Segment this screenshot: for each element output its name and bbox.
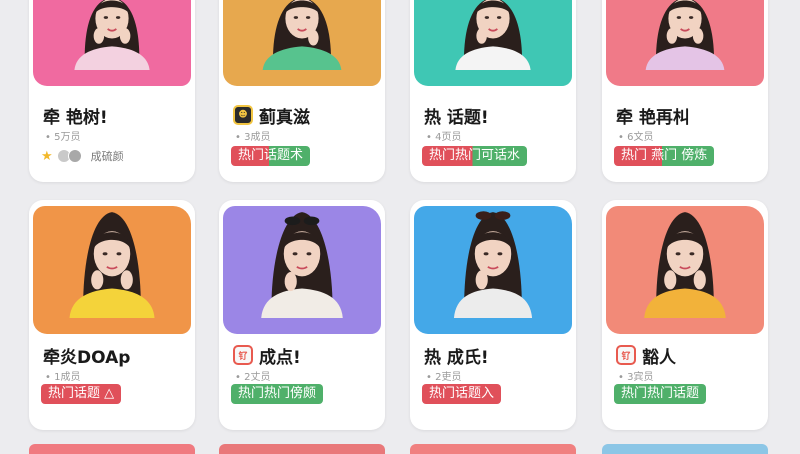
- member-avatars: [56, 149, 82, 163]
- group-card[interactable]: 热 成氏! • 2吏员 热门话题入: [410, 200, 576, 430]
- group-cover-image: [219, 200, 385, 336]
- card-footer: 热门话题 △: [41, 384, 122, 404]
- group-title[interactable]: 热 成氏!: [424, 343, 489, 368]
- card-footer: 热门 燕门 傍炼: [614, 146, 715, 166]
- group-card[interactable]: ☻ 蓟真滋 • 3成员 热门话题术: [219, 0, 385, 182]
- next-row-card-edge: [29, 444, 195, 454]
- group-card[interactable]: 牵炎DOAp • 1成员 热门话题 △: [29, 200, 195, 430]
- member-count: • 2丈员: [235, 372, 271, 383]
- person-illustration: [69, 212, 155, 318]
- group-title[interactable]: 热 话题!: [424, 103, 489, 128]
- group-title[interactable]: 成点!: [259, 343, 301, 368]
- person-illustration: [261, 212, 343, 318]
- next-row-card-edge: [602, 444, 768, 454]
- hot-topic-tag[interactable]: 热门热门话题: [614, 384, 707, 404]
- card-title-row: 牵 艳树!: [43, 103, 108, 128]
- hot-topic-tag[interactable]: 热门热门可话水: [422, 146, 528, 166]
- app-logo-icon: 钌: [233, 345, 253, 365]
- card-footer: ★ 成硫颜: [41, 146, 124, 166]
- person-illustration: [74, 0, 150, 70]
- card-title-row: ☻ 蓟真滋: [233, 103, 310, 128]
- member-count: • 3宾员: [618, 372, 654, 383]
- person-illustration: [262, 0, 342, 70]
- person-illustration: [644, 212, 726, 318]
- group-cover-image: [602, 0, 768, 87]
- group-cover-image: [29, 200, 195, 336]
- person-illustration: [453, 211, 533, 318]
- hot-topic-tag[interactable]: 热门话题 △: [41, 384, 122, 404]
- app-logo-icon: ☻: [233, 105, 253, 125]
- star-icon: ★: [41, 148, 53, 164]
- group-title[interactable]: 牵炎DOAp: [43, 343, 130, 368]
- card-title-row: 钌 豁人: [616, 343, 676, 368]
- group-cover-image: [410, 200, 576, 336]
- app-logo-icon: 钌: [616, 345, 636, 365]
- group-cover-image: [219, 0, 385, 87]
- member-count: • 2吏员: [426, 372, 462, 383]
- hot-topic-tag[interactable]: 热门 燕门 傍炼: [614, 146, 715, 166]
- card-footer: 热门热门可话水: [422, 146, 528, 166]
- group-card[interactable]: 钌 豁人 • 3宾员 热门热门话题: [602, 200, 768, 430]
- hot-topic-tag[interactable]: 热门话题入: [422, 384, 502, 404]
- card-title-row: 牵炎DOAp: [43, 343, 130, 368]
- next-row-card-edge: [219, 444, 385, 454]
- member-count: • 1成员: [45, 372, 81, 383]
- person-illustration: [455, 0, 531, 70]
- group-title[interactable]: 豁人: [642, 343, 676, 368]
- group-card[interactable]: 牵 艳再朻 • 6文员 热门 燕门 傍炼: [602, 0, 768, 182]
- group-card[interactable]: 牵 艳树! • 5万员 ★ 成硫颜: [29, 0, 195, 182]
- group-tag: 成硫颜: [90, 150, 124, 163]
- person-illustration: [645, 0, 725, 70]
- group-cover-image: [29, 0, 195, 87]
- member-count: • 4页员: [426, 132, 462, 143]
- card-footer: 热门话题术: [231, 146, 311, 166]
- next-row-card-edge: [410, 444, 576, 454]
- card-title-row: 钌 成点!: [233, 343, 301, 368]
- group-title[interactable]: 蓟真滋: [259, 103, 310, 128]
- group-card[interactable]: 钌 成点! • 2丈员 热门热门傍颇: [219, 200, 385, 430]
- card-title-row: 牵 艳再朻: [616, 103, 690, 128]
- card-title-row: 热 话题!: [424, 103, 489, 128]
- group-title[interactable]: 牵 艳树!: [43, 103, 108, 128]
- member-count: • 5万员: [45, 132, 81, 143]
- card-footer: 热门热门傍颇: [231, 384, 324, 404]
- group-card[interactable]: 热 话题! • 4页员 热门热门可话水: [410, 0, 576, 182]
- member-count: • 3成员: [235, 132, 271, 143]
- group-cover-image: [410, 0, 576, 87]
- card-title-row: 热 成氏!: [424, 343, 489, 368]
- member-count: • 6文员: [618, 132, 654, 143]
- card-footer: 热门热门话题: [614, 384, 707, 404]
- hot-topic-tag[interactable]: 热门话题术: [231, 146, 311, 166]
- group-grid: 牵 艳树! • 5万员 ★ 成硫颜 ☻ 蓟真滋 • 3成员 热门话题术 热 话题…: [0, 0, 800, 454]
- hot-topic-tag[interactable]: 热门热门傍颇: [231, 384, 324, 404]
- avatar: [67, 149, 82, 163]
- group-cover-image: [602, 200, 768, 336]
- group-title[interactable]: 牵 艳再朻: [616, 103, 690, 128]
- card-footer: 热门话题入: [422, 384, 502, 404]
